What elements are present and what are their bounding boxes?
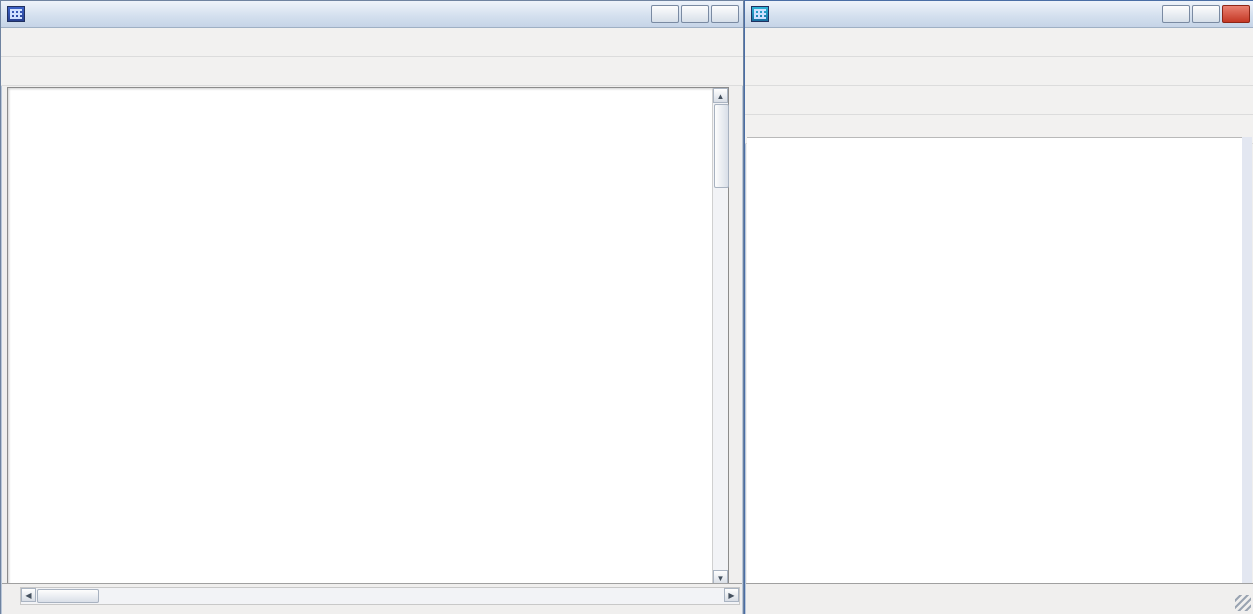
analysis-window <box>744 0 1253 614</box>
hscroll-thumb[interactable] <box>37 589 99 603</box>
analysis-app-icon <box>751 6 769 22</box>
plot-pane[interactable] <box>747 137 1242 590</box>
schematic-titlebar[interactable] <box>1 1 743 28</box>
vscroll-thumb[interactable] <box>714 104 729 188</box>
schematic-drawing <box>8 88 711 583</box>
analysis-toolbar-2 <box>745 57 1253 86</box>
close-button[interactable] <box>711 5 739 23</box>
schematic-tabbar: ◀ ▶ <box>2 583 742 614</box>
analysis-titlebar[interactable] <box>745 1 1253 28</box>
schematic-canvas[interactable]: ▲ ▼ <box>7 87 729 586</box>
minimize-button[interactable] <box>1162 5 1190 23</box>
maximize-button[interactable] <box>681 5 709 23</box>
resize-grip[interactable] <box>1235 595 1251 611</box>
minimize-button[interactable] <box>651 5 679 23</box>
scroll-left-icon[interactable]: ◀ <box>21 588 36 602</box>
schematic-edit-toolbar <box>1 57 743 86</box>
analysis-toolbar-1 <box>745 28 1253 57</box>
schematic-hscrollbar[interactable]: ◀ ▶ <box>20 587 740 605</box>
scroll-right-icon[interactable]: ▶ <box>724 588 739 602</box>
analysis-tabbar <box>746 583 1253 614</box>
mc9-app-icon <box>7 6 25 22</box>
analysis-toolbar-3 <box>745 86 1253 115</box>
close-button[interactable] <box>1222 5 1250 23</box>
plot-side-strip <box>1242 137 1252 589</box>
schematic-window: ▲ ▼ ◀ ▶ <box>0 0 744 614</box>
maximize-button[interactable] <box>1192 5 1220 23</box>
schematic-vscrollbar[interactable]: ▲ ▼ <box>712 88 728 585</box>
schematic-main-toolbar <box>1 28 743 57</box>
analysis-plots <box>747 138 1242 590</box>
scroll-up-icon[interactable]: ▲ <box>713 88 728 103</box>
desktop: ▲ ▼ ◀ ▶ <box>0 0 1253 614</box>
